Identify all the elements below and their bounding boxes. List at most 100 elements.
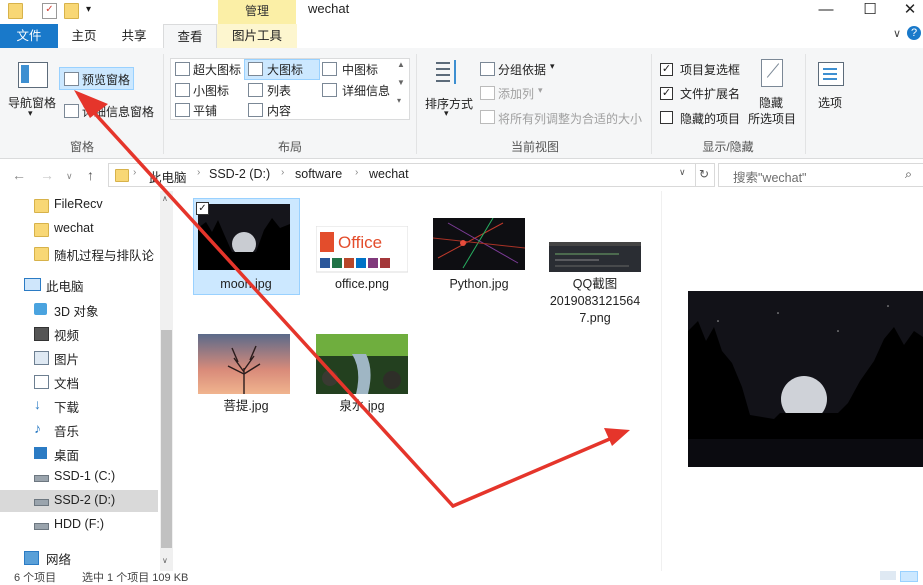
layout-content[interactable]: 内容 [267,102,291,119]
refresh-icon[interactable]: ↻ [694,163,715,187]
maximize-button[interactable]: ☐ [850,0,890,24]
divider [805,54,806,154]
nav-item-network[interactable]: 网络 [0,546,158,568]
tab-picture-tools[interactable]: 图片工具 [217,24,297,48]
scroll-down-icon[interactable]: ∨ [162,556,168,565]
item-checkbox[interactable]: ✓ [196,202,209,215]
item-checkbox-toggle[interactable]: ✓ [660,63,673,76]
nav-item-wechat[interactable]: wechat [0,218,158,240]
add-column-button[interactable]: 添加列 [498,85,534,102]
nav-item-downloads[interactable]: ↓ 下载 [0,394,158,416]
hide-selected-button[interactable]: 隐藏 [759,94,783,111]
annotation-arrowhead-pane [604,428,630,446]
annotation-arrow-to-preview-pane [451,436,614,508]
search-icon[interactable]: ⌕ [905,167,912,182]
close-button[interactable]: ✕ [890,0,923,24]
options-button[interactable]: 选项 [818,94,842,111]
breadcrumb-separator: › [133,167,137,178]
download-icon: ↓ [34,396,41,412]
group-label-panes: 窗格 [69,140,94,154]
nav-item-videos[interactable]: 视频 [0,322,158,344]
nav-item-3d-objects[interactable]: 3D 对象 [0,298,158,320]
file-name-line1: QQ截图 [572,277,618,291]
nav-item-filerecv[interactable]: FileRecv [0,194,158,216]
nav-item-ssd1[interactable]: SSD-1 (C:) [0,466,158,488]
new-folder-icon[interactable] [64,3,79,19]
layout-tiles[interactable]: 平铺 [193,102,217,119]
gallery-scroll-up-icon[interactable]: ▲ [397,60,405,69]
details-pane-button[interactable]: 详细信息窗格 [82,103,154,120]
tab-home[interactable]: 主页 [62,24,106,48]
large-icons-icon [248,62,263,76]
back-icon[interactable]: ← [12,167,26,183]
nav-item-pictures[interactable]: 图片 [0,346,158,368]
computer-icon [24,278,41,291]
layout-medium-icons[interactable]: 中图标 [342,61,378,78]
collapse-ribbon-icon[interactable]: ∨ [893,27,901,40]
file-name: 泉水.jpg [339,399,385,413]
selection-info: 选中 1 个项目 109 KB [82,572,189,584]
nav-item-stochastic[interactable]: 随机过程与排队论 [0,242,158,264]
nav-item-desktop[interactable]: 桌面 [0,442,158,464]
nav-item-ssd2[interactable]: SSD-2 (D:) [0,490,158,512]
ribbon: 导航窗格 ▾ 预览窗格 详细信息窗格 窗格 超大图标 大图标 中图标 小图标 列… [0,48,923,159]
gallery-scroll-down-icon[interactable]: ▼ [397,78,405,87]
moon-thumbnail [198,204,290,270]
large-icons-view-icon[interactable] [900,571,918,582]
breadcrumb-drive[interactable]: SSD-2 (D:) [209,167,270,181]
navigation-pane: FileRecv wechat 随机过程与排队论 此电脑 3D 对象 视频 图片… [0,191,173,580]
minimize-button[interactable]: — [806,0,846,24]
tab-file[interactable]: 文件 [0,24,58,48]
preview-pane-divider[interactable] [661,191,662,571]
address-bar[interactable]: › 此电脑 › SSD-2 (D:) › software › wechat ∨ [108,163,696,187]
folder-icon [115,169,129,182]
scroll-up-icon[interactable]: ∧ [162,194,168,203]
search-input[interactable]: 搜索"wechat" [733,167,806,186]
sort-by-icon [436,60,462,88]
ribbon-tab-bar: 文件 主页 共享 查看 图片工具 ∨ ? [0,24,923,50]
divider [416,54,417,154]
nav-item-music[interactable]: ♪ 音乐 [0,418,158,440]
nav-item-label: 音乐 [54,425,80,439]
file-name-line2: 2019083121564 [549,294,641,308]
recent-locations-icon[interactable]: ∨ [66,171,73,182]
tab-view[interactable]: 查看 [163,24,217,50]
cube-icon [34,303,47,315]
sort-by-button[interactable]: 排序方式 [425,95,473,112]
drive-icon [34,475,49,482]
hidden-items-toggle[interactable] [660,111,673,124]
tab-share[interactable]: 共享 [112,24,156,48]
nav-pane-scrollbar-thumb[interactable] [161,330,172,548]
nav-item-this-pc[interactable]: 此电脑 [0,273,158,295]
layout-extra-large-icons[interactable]: 超大图标 [193,61,241,78]
chevron-down-icon: ▾ [538,85,543,95]
group-label-current-view: 当前视图 [510,140,559,154]
layout-list[interactable]: 列表 [267,82,291,99]
list-icon [248,83,263,97]
search-box[interactable]: 搜索"wechat" ⌕ [718,163,923,187]
breadcrumb-this-pc[interactable]: 此电脑 [149,167,187,186]
file-name: moon.jpg [220,277,272,291]
navigation-pane-icon[interactable] [18,62,48,88]
gallery-expand-icon[interactable]: ▾ [397,96,401,105]
title-bar: ✓ ▾ 管理 wechat — ☐ ✕ [0,0,923,24]
file-extension-toggle[interactable]: ✓ [660,87,673,100]
breadcrumb-wechat[interactable]: wechat [369,167,409,181]
nav-item-hdd[interactable]: HDD (F:) [0,514,158,536]
details-view-icon[interactable] [880,571,896,580]
layout-large-icons[interactable]: 大图标 [267,61,303,78]
preview-pane-button[interactable]: 预览窗格 [59,67,134,90]
layout-details[interactable]: 详细信息 [342,82,390,99]
properties-icon[interactable]: ✓ [42,3,57,19]
layout-small-icons[interactable]: 小图标 [193,82,229,99]
group-by-button[interactable]: 分组依据 [498,61,546,78]
customize-quick-access-icon[interactable]: ▾ [86,3,99,17]
help-icon[interactable]: ? [907,26,921,40]
forward-icon[interactable]: → [40,167,54,183]
fit-columns-button[interactable]: 将所有列调整为合适的大小 [498,110,642,127]
address-dropdown-icon[interactable]: ∨ [679,167,686,178]
up-icon[interactable]: ↑ [87,167,94,183]
nav-item-documents[interactable]: 文档 [0,370,158,392]
breadcrumb-software[interactable]: software [295,167,342,181]
nav-item-label: 3D 对象 [54,305,99,319]
